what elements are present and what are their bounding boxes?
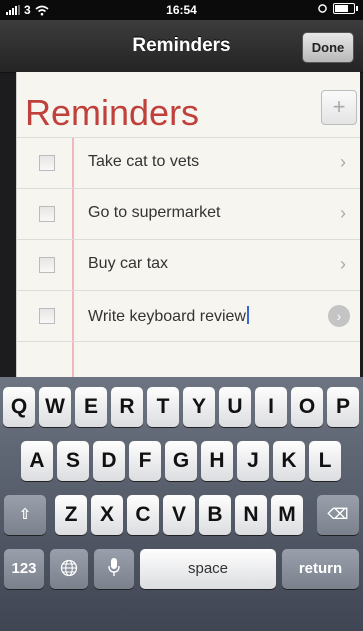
list-item[interactable]: Take cat to vets › [17,137,360,188]
key-r[interactable]: R [111,387,143,427]
reminder-label: Take cat to vets [88,153,200,170]
reminder-input[interactable]: Write keyboard review [88,306,249,326]
globe-icon [60,559,78,577]
key-x[interactable]: X [91,495,123,535]
nav-bar: Reminders Done [0,20,363,73]
reminder-label: Go to supermarket [88,204,221,221]
key-o[interactable]: O [291,387,323,427]
key-e[interactable]: E [75,387,107,427]
chevron-right-icon: › [340,152,346,172]
plus-icon: + [332,94,346,119]
key-k[interactable]: K [273,441,305,481]
microphone-icon [108,558,120,576]
checkbox[interactable] [39,257,55,273]
battery-icon [333,3,358,14]
chevron-right-icon: › [340,254,346,274]
key-w[interactable]: W [39,387,71,427]
key-l[interactable]: L [309,441,341,481]
key-n[interactable]: N [235,495,267,535]
reminder-label: Buy car tax [88,255,169,272]
dictation-key[interactable] [94,549,134,589]
key-i[interactable]: I [255,387,287,427]
checkbox[interactable] [39,308,55,324]
shift-key[interactable]: ⇧ [4,495,46,535]
key-p[interactable]: P [327,387,359,427]
list-item[interactable]: Go to supermarket › [17,188,360,239]
keyboard: QWERTYUIOP ASDFGHJKL ⇧ ⌫ ZXCVBNM 123 spa… [0,377,363,631]
key-q[interactable]: Q [3,387,35,427]
key-u[interactable]: U [219,387,251,427]
globe-key[interactable] [50,549,88,589]
text-caret [246,306,249,324]
reminders-list: Reminders + Take cat to vets › Go to sup… [16,72,360,393]
done-button[interactable]: Done [302,32,354,63]
list-title: Reminders [25,92,200,133]
key-s[interactable]: S [57,441,89,481]
key-j[interactable]: J [237,441,269,481]
key-y[interactable]: Y [183,387,215,427]
key-b[interactable]: B [199,495,231,535]
status-time: 16:54 [166,3,197,17]
key-a[interactable]: A [21,441,53,481]
add-reminder-button[interactable]: + [321,90,357,125]
list-item[interactable]: Buy car tax › [17,239,360,290]
numbers-key[interactable]: 123 [4,549,44,589]
key-f[interactable]: F [129,441,161,481]
key-h[interactable]: H [201,441,233,481]
detail-disclosure-icon[interactable]: › [328,305,350,327]
key-c[interactable]: C [127,495,159,535]
checkbox[interactable] [39,155,55,171]
status-bar: 3 16:54 [0,0,363,20]
delete-key[interactable]: ⌫ [317,495,359,535]
key-v[interactable]: V [163,495,195,535]
location-icon [318,4,327,13]
return-key[interactable]: return [282,549,359,589]
list-item-editing[interactable]: Write keyboard review › [17,290,360,341]
key-t[interactable]: T [147,387,179,427]
checkbox[interactable] [39,206,55,222]
key-z[interactable]: Z [55,495,87,535]
chevron-right-icon: › [340,203,346,223]
key-m[interactable]: M [271,495,303,535]
key-g[interactable]: G [165,441,197,481]
key-d[interactable]: D [93,441,125,481]
space-key[interactable]: space [140,549,276,589]
